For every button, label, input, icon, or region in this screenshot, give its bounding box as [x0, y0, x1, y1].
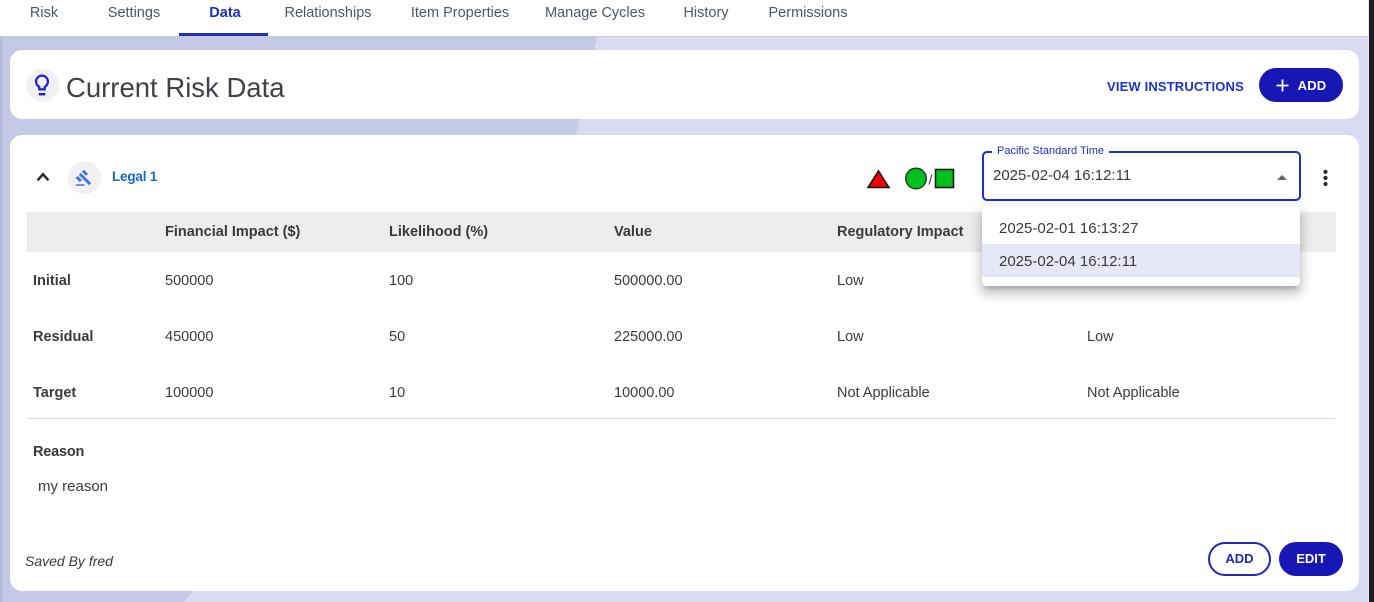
svg-text:/: / — [929, 172, 933, 188]
